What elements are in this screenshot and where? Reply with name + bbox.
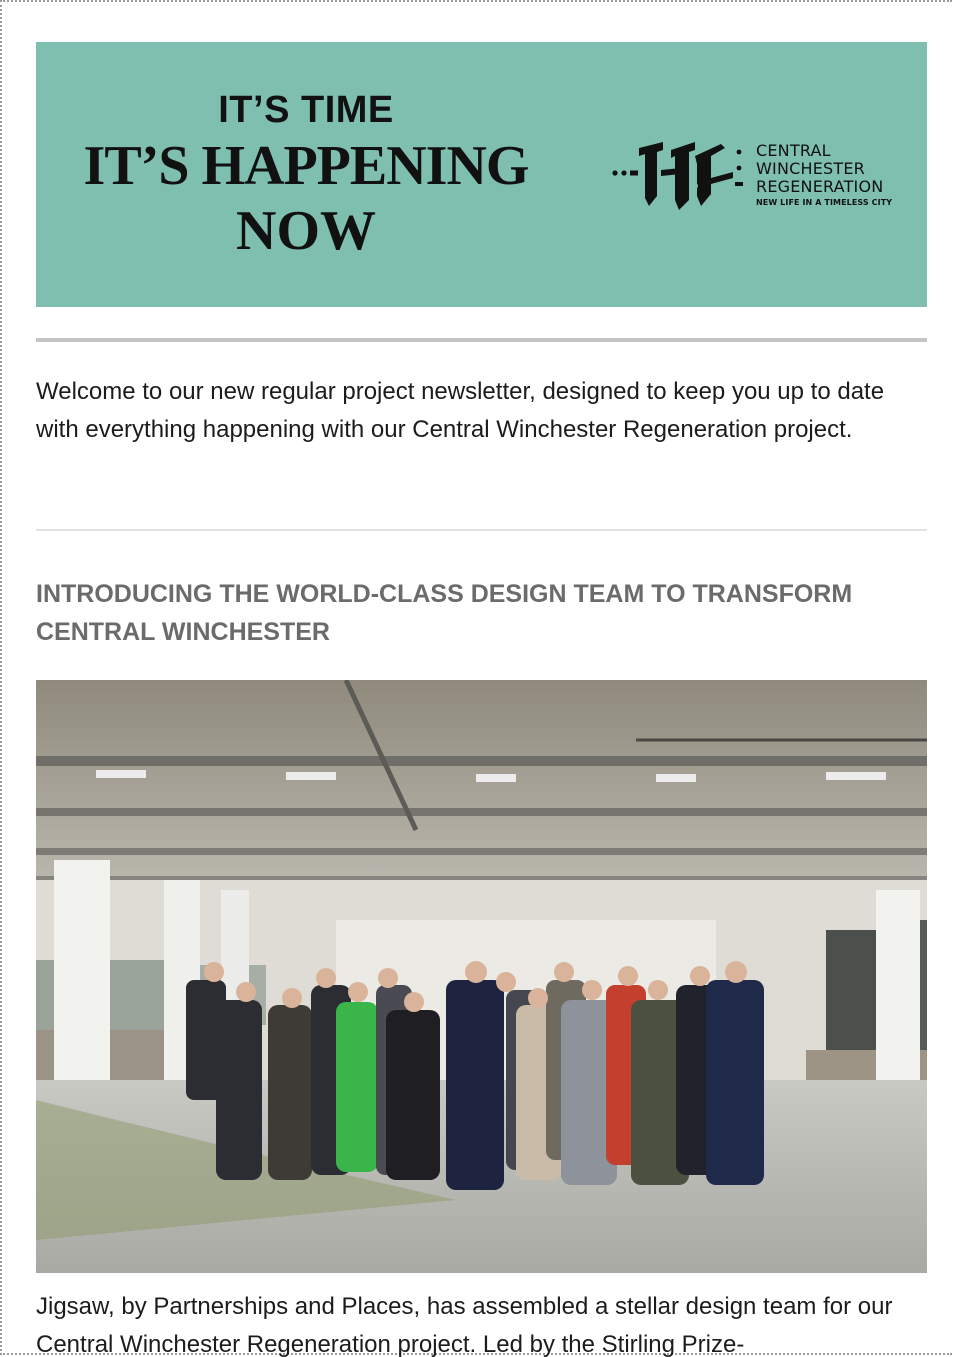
article-body: Jigsaw, by Partnerships and Places, has … [36,1293,893,1357]
banner-headline: IT’S TIME IT’S HAPPENING NOW [76,86,536,264]
banner-line-now: NOW [236,200,376,262]
central-winchester-logo: CENTRAL WINCHESTER REGENERATION NEW LIFE… [611,138,901,218]
header-banner: IT’S TIME IT’S HAPPENING NOW CENTRAL WIN… [36,42,927,307]
logo-line-winchester: WINCHESTER [756,159,865,178]
people-group [186,980,764,1190]
divider-thin [36,529,927,531]
banner-line-happening: IT’S HAPPENING [83,135,530,197]
design-team-photo [36,680,927,1273]
logo-line-regeneration: REGENERATION [756,177,884,196]
logo-mark-icon [612,142,743,210]
intro-paragraph: Welcome to our new regular project newsl… [36,378,885,443]
logo-tagline: NEW LIFE IN A TIMELESS CITY [756,198,893,207]
banner-line-its-time: IT’S TIME [218,89,394,131]
logo-wordmark: CENTRAL WINCHESTER REGENERATION NEW LIFE… [756,141,893,208]
team-photo-image [36,680,927,1273]
divider-thick [36,338,927,342]
article-heading: INTRODUCING THE WORLD-CLASS DESIGN TEAM … [36,580,853,646]
logo-line-central: CENTRAL [756,141,831,160]
